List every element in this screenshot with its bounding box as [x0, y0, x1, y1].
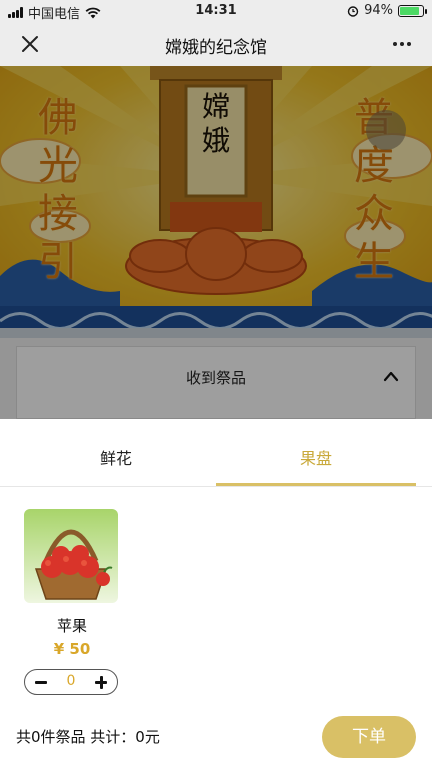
tab-fruit-plate[interactable]: 果盘: [216, 445, 416, 469]
offering-tabs: 鲜花 果盘: [0, 419, 432, 487]
quantity-value: 0: [66, 673, 76, 689]
product-card[interactable]: 苹果 ¥ 50 0: [24, 509, 120, 695]
battery-percent: 94%: [364, 3, 393, 18]
quantity-stepper: 0: [24, 669, 118, 695]
nav-bar: 嫦娥的纪念馆: [0, 22, 432, 66]
product-price: ¥ 50: [53, 640, 91, 658]
offering-sheet: 鲜花 果盘 苹果 ¥ 50 0 共0件祭品 共计：0元 下单: [0, 419, 432, 768]
place-order-button[interactable]: 下单: [322, 716, 416, 758]
order-summary: 共0件祭品 共计：0元: [16, 728, 160, 746]
product-name: 苹果: [56, 617, 87, 635]
battery-icon: [398, 4, 427, 17]
product-image[interactable]: [24, 509, 118, 603]
status-right: 94%: [347, 3, 427, 18]
status-bar: 中国电信 14:31 94%: [0, 0, 432, 22]
close-icon[interactable]: [18, 32, 42, 56]
more-icon[interactable]: [390, 32, 414, 56]
minus-icon[interactable]: [33, 674, 49, 690]
active-tab-indicator: [216, 483, 416, 486]
page-title: 嫦娥的纪念馆: [165, 38, 267, 58]
tab-flowers[interactable]: 鲜花: [16, 445, 216, 469]
modal-dim-overlay[interactable]: [0, 66, 432, 419]
battery-level: [400, 6, 419, 15]
alarm-icon: [347, 5, 359, 17]
plus-icon[interactable]: [93, 674, 109, 690]
